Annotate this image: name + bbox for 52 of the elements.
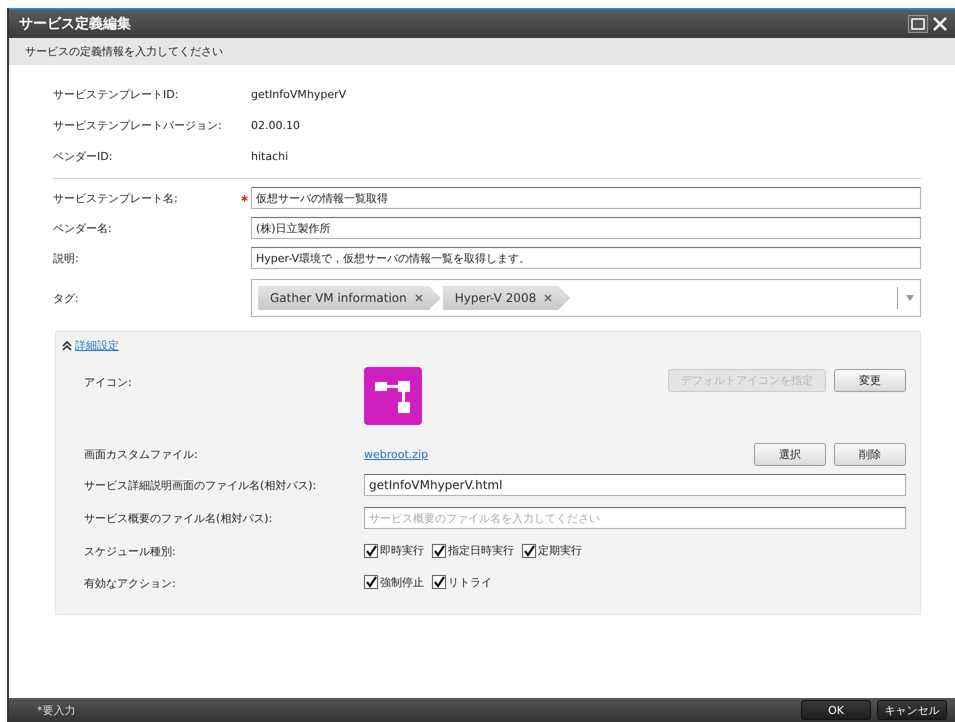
field-label: サービス詳細説明画面のファイル名(相対パス): <box>84 478 318 492</box>
remove-icon[interactable] <box>414 294 423 302</box>
close-icon[interactable] <box>931 15 949 33</box>
file-link[interactable]: webroot.zip <box>364 448 428 461</box>
field-label: ベンダー名: <box>53 220 113 236</box>
field-label: 画面カスタムファイル: <box>84 447 199 462</box>
field-value: getInfoVMhyperV <box>251 87 348 103</box>
checkbox[interactable] <box>364 544 378 558</box>
action-button[interactable]: 変更 <box>834 369 906 392</box>
checkbox[interactable] <box>432 575 446 589</box>
dropdown-arrow-icon[interactable] <box>906 295 914 301</box>
maximize-icon[interactable] <box>908 15 928 33</box>
field-label: サービス概要のファイル名(相対パス): <box>84 510 274 526</box>
text-field[interactable]: getInfoVMhyperV.html <box>364 474 906 496</box>
tag-label: Gather VM information <box>270 291 407 305</box>
checkbox-label: 指定日時実行 <box>448 543 514 558</box>
field-label: ベンダーID: <box>53 149 114 165</box>
advanced-settings-link[interactable]: 詳細設定 <box>75 338 119 353</box>
tag-field[interactable]: Gather VM information Hyper-V 2008 <box>251 279 921 317</box>
remove-icon[interactable] <box>544 294 552 302</box>
tag-chip[interactable]: Hyper-V 2008 <box>442 286 570 310</box>
checkbox-label: 即時実行 <box>380 543 424 558</box>
field-label: アイコン: <box>84 375 133 390</box>
field-label: スケジュール種別: <box>84 544 177 560</box>
required-note: *要入力 <box>37 702 76 718</box>
field-value: hitachi <box>251 149 290 165</box>
checkbox-label: 定期実行 <box>538 543 582 558</box>
window-title: サービス定義編集 <box>19 15 131 33</box>
checkbox-label: リトライ <box>448 574 492 590</box>
checkbox-label: 強制停止 <box>380 574 424 590</box>
checkbox[interactable] <box>522 544 536 558</box>
instruction-text: サービスの定義情報を入力してください <box>25 44 223 59</box>
text-field[interactable]: (株)日立製作所 <box>251 217 921 239</box>
field-label: 有効なアクション: <box>84 576 177 591</box>
ok-button[interactable]: OK <box>801 700 871 720</box>
field-label: サービステンプレートID: <box>53 87 180 103</box>
tag-label: Hyper-V 2008 <box>454 291 536 305</box>
field-label: サービステンプレートバージョン: <box>53 118 223 134</box>
field-label: タグ: <box>53 290 80 306</box>
checkbox[interactable] <box>432 544 446 558</box>
cancel-button[interactable]: キャンセル <box>877 700 947 720</box>
field-label: サービステンプレート名: <box>53 190 179 206</box>
collapse-icon[interactable] <box>62 340 72 350</box>
field-label: 説明: <box>53 250 80 266</box>
action-button[interactable]: 削除 <box>834 443 906 466</box>
tag-chip[interactable]: Gather VM information <box>258 286 441 310</box>
text-field[interactable]: Hyper-V環境で，仮想サーバの情報一覧を取得します。 <box>251 247 921 269</box>
text-field[interactable]: 仮想サーバの情報一覧取得 <box>251 187 921 209</box>
action-button[interactable]: 選択 <box>754 443 826 466</box>
field-value: 02.00.10 <box>251 118 301 134</box>
flowchart-icon <box>364 367 422 425</box>
checkbox[interactable] <box>364 575 378 589</box>
